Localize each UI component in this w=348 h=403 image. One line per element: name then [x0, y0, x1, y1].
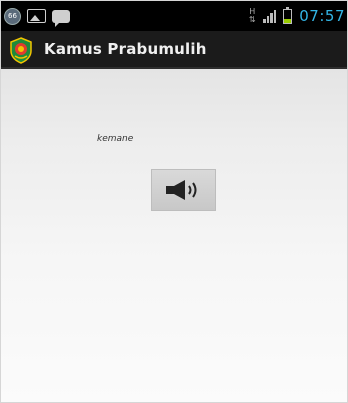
- app-screen: 66 H ⇅ 07:57 Kamus Prabumulih kemane: [0, 0, 348, 403]
- prabumulih-crest-icon[interactable]: [7, 36, 35, 64]
- notification-badge-text: 66: [8, 12, 17, 20]
- status-time: 07:57: [299, 7, 345, 25]
- status-bar: 66 H ⇅ 07:57: [1, 1, 347, 31]
- notification-count-icon: 66: [4, 7, 21, 25]
- status-indicators: H ⇅ 07:57: [248, 6, 345, 26]
- play-audio-button[interactable]: [151, 169, 216, 211]
- speaker-sound-icon: [165, 180, 196, 200]
- chat-icon: [52, 9, 70, 27]
- network-type-icon: H ⇅: [248, 7, 256, 24]
- battery-fill: [284, 18, 292, 23]
- word-text: kemane: [97, 134, 134, 144]
- status-notifications: 66: [4, 7, 70, 27]
- image-icon: [27, 9, 46, 23]
- signal-icon: [263, 9, 277, 23]
- network-type-text: H: [249, 7, 256, 16]
- app-title: Kamus Prabumulih: [44, 40, 207, 58]
- battery-icon: [283, 6, 293, 24]
- action-bar: Kamus Prabumulih: [1, 31, 347, 69]
